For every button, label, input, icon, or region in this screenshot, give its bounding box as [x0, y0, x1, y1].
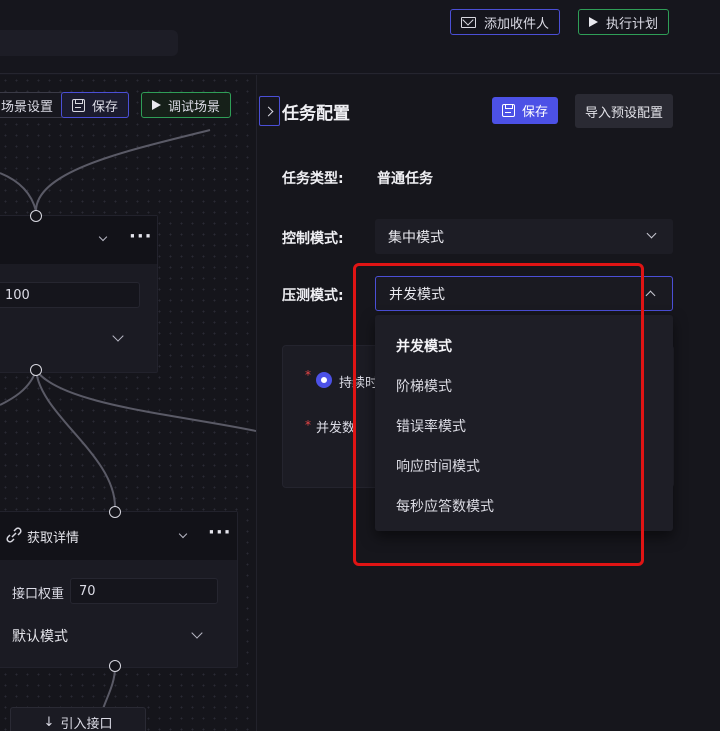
- more-icon[interactable]: ···: [129, 228, 153, 246]
- control-mode-label: 控制模式:: [282, 231, 344, 247]
- duration-label: 持续时: [339, 376, 379, 391]
- dropdown-option-concurrent[interactable]: 并发模式: [396, 336, 452, 356]
- chevron-up-icon: [645, 290, 656, 301]
- more-icon[interactable]: ···: [208, 524, 232, 542]
- weight-input[interactable]: 70: [70, 578, 218, 604]
- concurrency-label: 并发数: [316, 421, 356, 436]
- panel-save-button[interactable]: 保存: [492, 97, 558, 124]
- control-mode-select[interactable]: 集中模式: [375, 219, 673, 254]
- mail-icon: [461, 16, 476, 28]
- collapse-panel-button[interactable]: [259, 96, 280, 126]
- save-icon: [501, 104, 515, 117]
- duration-radio[interactable]: [316, 372, 332, 388]
- top-bar: 添加收件人 执行计划: [0, 0, 720, 74]
- chevron-right-icon: [263, 106, 273, 116]
- pressure-mode-select[interactable]: 并发模式: [375, 276, 673, 311]
- pressure-mode-label: 压测模式:: [282, 288, 344, 304]
- add-recipient-button[interactable]: 添加收件人: [450, 9, 561, 35]
- mode-select-value[interactable]: 默认模式: [12, 626, 68, 646]
- import-preset-button[interactable]: 导入预设配置: [575, 94, 673, 128]
- required-mark: *: [305, 418, 311, 432]
- dropdown-option-error-rate[interactable]: 错误率模式: [396, 416, 466, 436]
- play-icon: [152, 100, 161, 110]
- canvas-save-button[interactable]: 保存: [61, 92, 130, 118]
- chevron-down-icon: [646, 228, 657, 239]
- node-title: 获取详情: [27, 531, 80, 546]
- node-port[interactable]: [109, 660, 121, 672]
- node-port[interactable]: [30, 210, 42, 222]
- import-api-button[interactable]: ↓ 引入接口: [10, 707, 146, 731]
- play-icon: [589, 17, 598, 27]
- node-input[interactable]: 100: [0, 282, 140, 308]
- node-port[interactable]: [109, 506, 121, 518]
- required-mark: *: [305, 368, 311, 382]
- pressure-mode-dropdown: 并发模式 阶梯模式 错误率模式 响应时间模式 每秒应答数模式: [375, 315, 673, 531]
- weight-label: 接口权重: [12, 587, 65, 602]
- task-type-value: 普通任务: [377, 171, 433, 187]
- execute-plan-button[interactable]: 执行计划: [578, 9, 670, 35]
- scene-settings-button[interactable]: 场景设置: [0, 92, 65, 118]
- panel-title: 任务配置: [282, 104, 350, 124]
- save-icon: [72, 98, 85, 112]
- node-port[interactable]: [30, 364, 42, 376]
- top-search-field[interactable]: [0, 30, 178, 56]
- task-type-label: 任务类型:: [282, 171, 344, 187]
- dropdown-option-response-time[interactable]: 响应时间模式: [396, 456, 480, 476]
- debug-scene-button[interactable]: 调试场景: [141, 92, 232, 118]
- arrow-down-icon: ↓: [43, 714, 55, 730]
- link-icon: [6, 527, 22, 543]
- dropdown-option-rps[interactable]: 每秒应答数模式: [396, 496, 494, 516]
- dropdown-option-step[interactable]: 阶梯模式: [396, 376, 452, 396]
